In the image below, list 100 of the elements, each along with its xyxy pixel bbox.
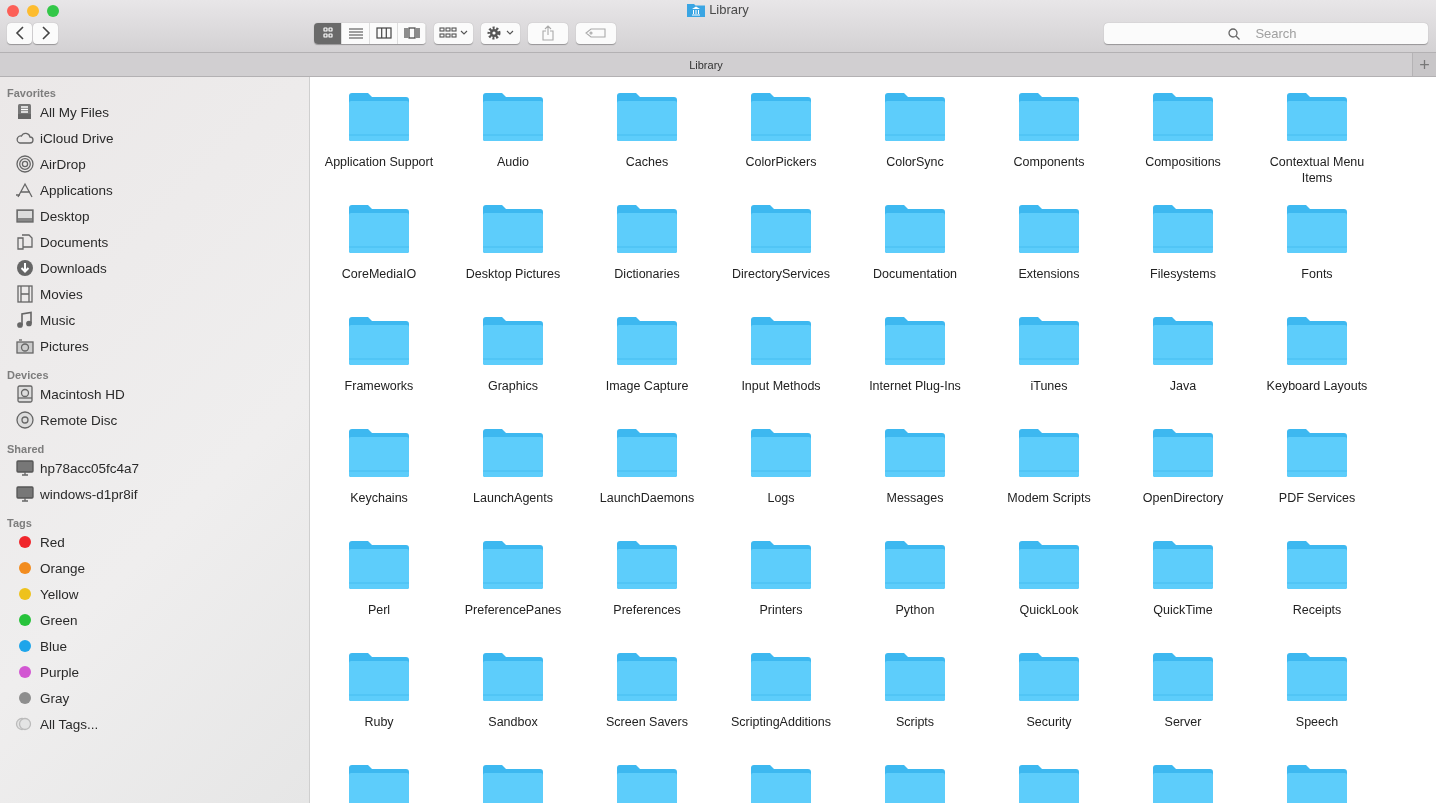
folder-icon[interactable] (482, 316, 544, 366)
sidebar-item[interactable]: hp78acc05fc4a7 (0, 455, 309, 481)
folder-icon[interactable] (348, 204, 410, 254)
folder-icon[interactable] (348, 428, 410, 478)
folder-icon[interactable] (616, 764, 678, 803)
folder-icon[interactable] (1152, 428, 1214, 478)
folder-icon[interactable] (884, 92, 946, 142)
search-field[interactable]: Search (1104, 22, 1428, 44)
folder-icon[interactable] (1286, 764, 1348, 803)
sidebar-item[interactable]: Green (0, 607, 309, 633)
folder-icon[interactable] (482, 204, 544, 254)
sidebar-item[interactable]: Movies (0, 281, 309, 307)
folder-name: ScriptingAdditions (729, 714, 833, 730)
folder-icon[interactable] (1286, 92, 1348, 142)
sidebar-item[interactable]: windows-d1pr8if (0, 481, 309, 507)
cover-flow-icon[interactable] (398, 22, 426, 44)
folder-icon[interactable] (1286, 652, 1348, 702)
sidebar-item[interactable]: Yellow (0, 581, 309, 607)
sidebar-item[interactable]: Pictures (0, 333, 309, 359)
folder-icon[interactable] (1286, 428, 1348, 478)
tag-button[interactable] (576, 22, 616, 44)
folder-icon[interactable] (482, 652, 544, 702)
folder-icon[interactable] (1152, 652, 1214, 702)
folder-icon[interactable] (884, 428, 946, 478)
sidebar-item[interactable]: Music (0, 307, 309, 333)
forward-button[interactable] (33, 22, 58, 44)
icon-view-icon[interactable] (314, 22, 342, 44)
folder-icon[interactable] (482, 92, 544, 142)
folder-icon[interactable] (1152, 92, 1214, 142)
folder-icon[interactable] (616, 652, 678, 702)
sidebar-item[interactable]: Purple (0, 659, 309, 685)
folder-icon[interactable] (616, 428, 678, 478)
folder-icon[interactable] (1018, 92, 1080, 142)
folder-icon[interactable] (1152, 316, 1214, 366)
folder-name: Components (1012, 154, 1086, 170)
folder-icon[interactable] (884, 204, 946, 254)
chevron-left-icon (14, 26, 25, 40)
folder-icon[interactable] (1152, 540, 1214, 590)
folder-icon[interactable] (1018, 316, 1080, 366)
folder-name: ColorPickers (744, 154, 818, 170)
folder-icon[interactable] (1286, 204, 1348, 254)
folder-icon[interactable] (482, 428, 544, 478)
folder-icon[interactable] (348, 316, 410, 366)
folder-icon[interactable] (750, 540, 812, 590)
folder-name: Python (894, 602, 936, 618)
folder-icon[interactable] (1152, 764, 1214, 803)
folder-icon[interactable] (1018, 204, 1080, 254)
folder-name: Frameworks (343, 378, 415, 394)
sidebar-item[interactable]: Desktop (0, 203, 309, 229)
folder-name: PreferencePanes (463, 602, 563, 618)
folder-icon[interactable] (750, 316, 812, 366)
folder-icon[interactable] (348, 540, 410, 590)
sidebar-item[interactable]: Orange (0, 555, 309, 581)
sidebar-item[interactable]: AirDrop (0, 151, 309, 177)
tag-icon (585, 28, 607, 38)
sidebar-item[interactable]: Blue (0, 633, 309, 659)
folder-icon[interactable] (884, 540, 946, 590)
column-view-icon[interactable] (370, 22, 398, 44)
folder-icon[interactable] (750, 764, 812, 803)
folder-icon[interactable] (616, 316, 678, 366)
sidebar-item[interactable]: Macintosh HD (0, 381, 309, 407)
sidebar-item[interactable]: Downloads (0, 255, 309, 281)
folder-icon[interactable] (482, 540, 544, 590)
folder-icon[interactable] (616, 540, 678, 590)
minimize-button[interactable] (27, 5, 39, 17)
sidebar-item[interactable]: All My Files (0, 99, 309, 125)
share-button[interactable] (528, 22, 568, 44)
folder-icon[interactable] (750, 652, 812, 702)
folder-icon[interactable] (750, 92, 812, 142)
folder-icon[interactable] (348, 764, 410, 803)
folder-icon[interactable] (1018, 540, 1080, 590)
folder-icon[interactable] (482, 764, 544, 803)
folder-icon[interactable] (884, 764, 946, 803)
sidebar-item[interactable]: Applications (0, 177, 309, 203)
arrange-button[interactable] (434, 22, 473, 44)
folder-icon[interactable] (884, 652, 946, 702)
close-button[interactable] (7, 5, 19, 17)
folder-icon[interactable] (1286, 540, 1348, 590)
sidebar-item[interactable]: Remote Disc (0, 407, 309, 433)
sidebar-item[interactable]: Gray (0, 685, 309, 711)
sidebar-item[interactable]: Documents (0, 229, 309, 255)
folder-icon[interactable] (1152, 204, 1214, 254)
settings-button[interactable] (481, 22, 520, 44)
folder-icon[interactable] (750, 204, 812, 254)
back-button[interactable] (7, 22, 32, 44)
zoom-button[interactable] (47, 5, 59, 17)
folder-icon[interactable] (348, 92, 410, 142)
folder-icon[interactable] (1286, 316, 1348, 366)
folder-icon[interactable] (884, 316, 946, 366)
folder-icon[interactable] (616, 204, 678, 254)
sidebar-item[interactable]: iCloud Drive (0, 125, 309, 151)
path-tab[interactable]: Library (0, 53, 1412, 76)
folder-icon[interactable] (616, 92, 678, 142)
folder-icon[interactable] (1018, 764, 1080, 803)
folder-icon[interactable] (1018, 428, 1080, 478)
sidebar-item[interactable]: All Tags... (0, 711, 309, 737)
folder-icon[interactable] (750, 428, 812, 478)
folder-icon[interactable] (348, 652, 410, 702)
folder-icon[interactable] (1018, 652, 1080, 702)
sidebar-item[interactable]: Red (0, 529, 309, 555)
